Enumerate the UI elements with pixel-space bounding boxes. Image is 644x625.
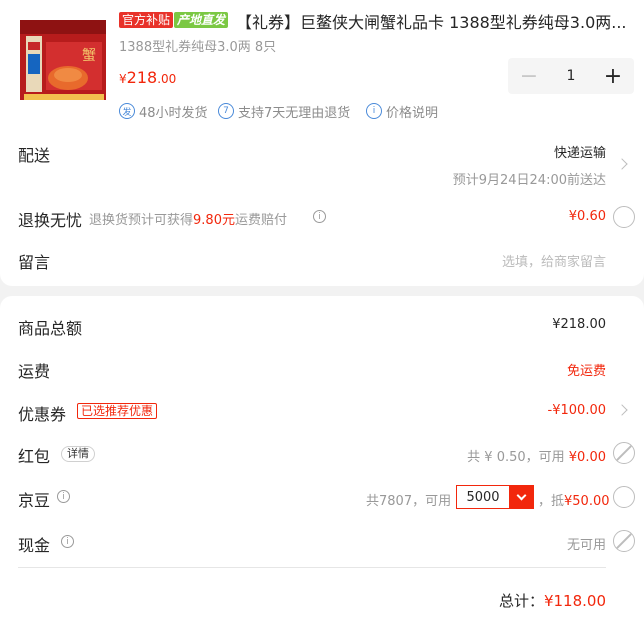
message-input[interactable]: 选填，给商家留言 xyxy=(502,251,606,270)
product-price: ¥218.00 xyxy=(119,68,177,87)
seven-day-icon: 7 xyxy=(218,103,234,119)
order-total: 总计：¥118.00 xyxy=(498,592,606,610)
delivery-eta: 预计9月24日24:00前送达 xyxy=(452,173,606,188)
cash-unavailable-icon xyxy=(613,530,635,552)
chevron-down-icon[interactable] xyxy=(509,486,533,508)
redpacket-label: 红包 xyxy=(18,447,51,466)
return-worry-free-checkbox[interactable] xyxy=(613,206,635,228)
coupon-label: 优惠券 xyxy=(18,405,67,424)
summary-divider xyxy=(18,567,606,568)
info-icon[interactable]: i xyxy=(57,490,70,503)
info-icon: i xyxy=(366,103,382,119)
cash-label: 现金 xyxy=(18,536,51,555)
redpacket-detail-button[interactable]: 详情 xyxy=(61,446,95,462)
redpacket-unavailable-icon xyxy=(613,442,635,464)
shipping-fee-label: 运费 xyxy=(18,362,51,381)
goods-total-label: 商品总额 xyxy=(18,319,83,338)
info-icon[interactable]: i xyxy=(61,535,74,548)
shipping-fee-value: 免运费 xyxy=(566,364,606,379)
service-return[interactable]: 7 支持7天无理由退货 xyxy=(218,101,350,121)
decrease-quantity-button[interactable]: − xyxy=(508,58,550,94)
quantity-value[interactable]: 1 xyxy=(550,58,592,94)
delivery-label: 配送 xyxy=(18,146,51,165)
quantity-stepper: − 1 + xyxy=(508,58,634,94)
return-worry-free-price: ¥0.60 xyxy=(568,209,606,224)
delivery-method[interactable]: 快递运输 xyxy=(554,142,606,161)
coupon-value[interactable]: -¥100.00 xyxy=(548,403,606,418)
service-price-info[interactable]: i 价格说明 xyxy=(366,101,438,121)
jingdou-checkbox[interactable] xyxy=(613,486,635,508)
redpacket-info: 共 ¥ 0.50，可用 ¥0.00 xyxy=(467,450,606,465)
svg-text:蟹: 蟹 xyxy=(82,48,96,64)
shipping-badge-icon: 发 xyxy=(119,103,135,119)
info-icon[interactable]: i xyxy=(313,210,326,223)
coupon-recommended-tag: 已选推荐优惠 xyxy=(77,403,158,419)
jingdou-total: 共7807，可用 xyxy=(366,494,452,509)
chevron-right-icon[interactable] xyxy=(616,158,628,170)
return-worry-free-label: 退换无忧 xyxy=(18,211,83,230)
origin-direct-badge: 产地直发 xyxy=(174,12,229,28)
increase-quantity-button[interactable]: + xyxy=(592,58,634,94)
product-title[interactable]: 【礼券】巨鳌侠大闸蟹礼品卡 1388型礼券纯母3.0两... xyxy=(236,9,627,33)
product-thumbnail[interactable]: 蟹 xyxy=(18,12,110,104)
jingdou-amount-select[interactable]: 5000 xyxy=(456,485,534,509)
message-label: 留言 xyxy=(18,253,51,272)
return-worry-free-desc: 退换货预计可获得9.80元运费赔付 xyxy=(89,213,287,228)
official-subsidy-badge: 官方补贴 xyxy=(119,12,174,28)
order-item-card: 蟹 官方补贴 产地直发 【礼券】巨鳌侠大闸蟹礼品卡 1388型礼券纯母3.0两.… xyxy=(0,0,644,286)
service-shipping[interactable]: 发 48小时发货 xyxy=(119,101,208,121)
jingdou-label: 京豆 xyxy=(18,491,51,510)
jingdou-deduct: ，抵¥50.00 xyxy=(538,494,610,509)
product-spec[interactable]: 1388型礼券纯母3.0两 8只 xyxy=(119,36,276,55)
cash-value: 无可用 xyxy=(566,538,606,553)
goods-total-value: ¥218.00 xyxy=(552,317,606,332)
